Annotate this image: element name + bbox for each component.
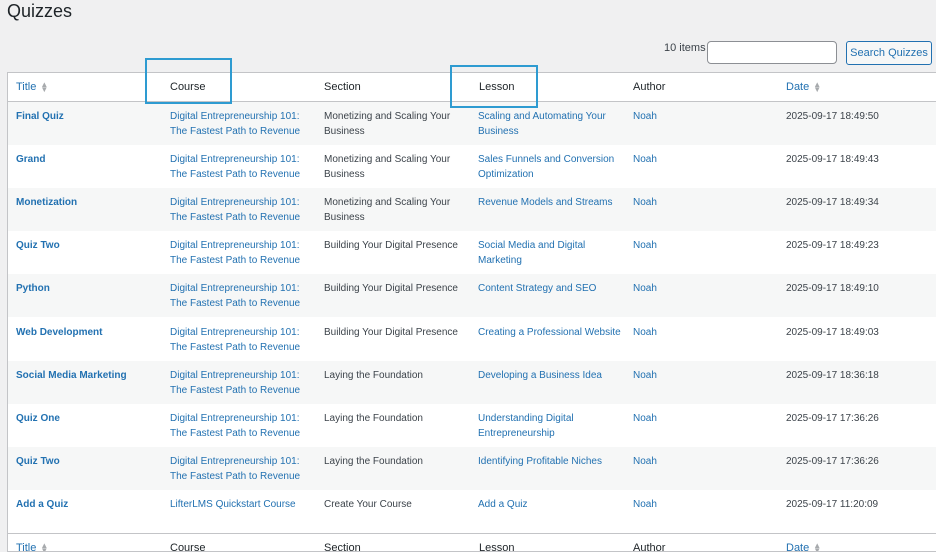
- course-link[interactable]: Digital Entrepreneurship 101: The Fastes…: [170, 325, 315, 355]
- search-quizzes-button[interactable]: Search Quizzes: [846, 41, 932, 65]
- section-text: Building Your Digital Presence: [324, 283, 458, 295]
- column-header-course: Course: [170, 81, 206, 93]
- section-text: Monetizing and Scaling Your Business: [324, 154, 451, 181]
- column-header-section: Section: [324, 81, 361, 93]
- table-row: Python Digital Entrepreneurship 101: The …: [8, 274, 936, 318]
- author-link[interactable]: Noah: [633, 195, 693, 210]
- section-text: Laying the Foundation: [324, 455, 423, 467]
- table-row: Grand Digital Entrepreneurship 101: The F…: [8, 145, 936, 188]
- author-link[interactable]: Noah: [633, 281, 693, 296]
- section-text: Laying the Foundation: [324, 412, 423, 424]
- column-footer-title-label: Title: [16, 542, 37, 552]
- date-text: 2025-09-17 17:36:26: [786, 412, 879, 424]
- section-text: Monetizing and Scaling Your Business: [324, 111, 451, 137]
- table-row: Social Media Marketing Digital Entreprene…: [8, 360, 936, 404]
- section-text: Monetizing and Scaling Your Business: [324, 197, 451, 224]
- section-text: Building Your Digital Presence: [324, 326, 458, 338]
- quiz-title-link[interactable]: Social Media Marketing: [16, 368, 161, 383]
- table-row: Quiz Two Digital Entrepreneurship 101: Th…: [8, 446, 936, 490]
- section-text: Laying the Foundation: [324, 369, 423, 381]
- column-footer-date-label: Date: [786, 542, 810, 552]
- column-footer-lesson: Lesson: [479, 542, 515, 552]
- date-text: 2025-09-17 18:49:10: [786, 283, 879, 295]
- search-input[interactable]: [707, 41, 837, 64]
- column-footer-author: Author: [633, 542, 666, 552]
- lesson-link[interactable]: Revenue Models and Streams: [478, 195, 628, 210]
- course-link[interactable]: Digital Entrepreneurship 101: The Fastes…: [170, 238, 315, 268]
- sort-icon: ▲ ▼: [813, 541, 822, 552]
- column-footer-section: Section: [324, 542, 361, 552]
- lesson-link[interactable]: Identifying Profitable Niches: [478, 454, 628, 469]
- column-header-title-label: Title: [16, 81, 37, 93]
- column-footer-title[interactable]: Title ▲ ▼: [16, 541, 161, 552]
- author-link[interactable]: Noah: [633, 454, 693, 469]
- column-footer-course: Course: [170, 542, 206, 552]
- author-link[interactable]: Noah: [633, 109, 693, 124]
- items-count: 10 items: [664, 42, 706, 54]
- course-link[interactable]: Digital Entrepreneurship 101: The Fastes…: [170, 195, 315, 225]
- quiz-title-link[interactable]: Grand: [16, 152, 161, 167]
- table-row: Add a Quiz LifterLMS Quickstart Course Cre…: [8, 490, 936, 533]
- page-title: Quizzes: [7, 1, 73, 21]
- date-text: 2025-09-17 17:36:26: [786, 455, 879, 467]
- quiz-title-link[interactable]: Quiz Two: [16, 238, 161, 253]
- course-link[interactable]: Digital Entrepreneurship 101: The Fastes…: [170, 109, 315, 139]
- column-footer-date[interactable]: Date ▲ ▼: [786, 541, 926, 552]
- lesson-link[interactable]: Developing a Business Idea: [478, 368, 628, 383]
- table-header: Title ▲ ▼ Course Section Lesson Author Dat…: [8, 73, 936, 102]
- table-row: Final Quiz Digital Entrepreneurship 101: …: [8, 102, 936, 145]
- author-link[interactable]: Noah: [633, 497, 693, 512]
- lesson-link[interactable]: Add a Quiz: [478, 497, 628, 512]
- author-link[interactable]: Noah: [633, 238, 693, 253]
- column-header-lesson: Lesson: [479, 81, 515, 93]
- quiz-title-link[interactable]: Python: [16, 281, 161, 296]
- quiz-title-link[interactable]: Add a Quiz: [16, 497, 161, 512]
- date-text: 2025-09-17 11:20:09: [786, 498, 879, 510]
- date-text: 2025-09-17 18:49:43: [786, 154, 879, 166]
- date-text: 2025-09-17 18:49:34: [786, 197, 879, 209]
- lesson-link[interactable]: Sales Funnels and Conversion Optimizatio…: [478, 152, 628, 182]
- column-header-date-label: Date: [786, 81, 810, 93]
- quiz-title-link[interactable]: Web Development: [16, 325, 161, 340]
- lesson-link[interactable]: Scaling and Automating Your Business: [478, 109, 628, 139]
- author-link[interactable]: Noah: [633, 325, 693, 340]
- date-text: 2025-09-17 18:36:18: [786, 369, 879, 381]
- lesson-link[interactable]: Content Strategy and SEO: [478, 281, 628, 296]
- course-link[interactable]: Digital Entrepreneurship 101: The Fastes…: [170, 368, 315, 398]
- sort-icon: ▲ ▼: [813, 80, 822, 95]
- sort-icon: ▲ ▼: [40, 80, 49, 95]
- lesson-link[interactable]: Understanding Digital Entrepreneurship: [478, 411, 628, 441]
- table-row: Monetization Digital Entrepreneurship 101…: [8, 188, 936, 232]
- sort-icon: ▲ ▼: [40, 541, 49, 552]
- course-link[interactable]: Digital Entrepreneurship 101: The Fastes…: [170, 152, 315, 182]
- course-link[interactable]: Digital Entrepreneurship 101: The Fastes…: [170, 411, 315, 441]
- course-link[interactable]: Digital Entrepreneurship 101: The Fastes…: [170, 454, 315, 484]
- column-header-title[interactable]: Title ▲ ▼: [16, 80, 161, 95]
- column-header-author: Author: [633, 81, 666, 93]
- section-text: Building Your Digital Presence: [324, 240, 458, 252]
- course-link[interactable]: LifterLMS Quickstart Course: [170, 497, 315, 512]
- table-row: Web Development Digital Entrepreneurship …: [8, 318, 936, 361]
- column-header-date[interactable]: Date ▲ ▼: [786, 80, 926, 95]
- author-link[interactable]: Noah: [633, 411, 693, 426]
- lesson-link[interactable]: Social Media and Digital Marketing: [478, 238, 628, 268]
- quizzes-table: Title ▲ ▼ Course Section Lesson Author Dat…: [7, 72, 936, 552]
- quiz-title-link[interactable]: Final Quiz: [16, 109, 161, 124]
- quiz-title-link[interactable]: Quiz One: [16, 411, 161, 426]
- table-row: Quiz Two Digital Entrepreneurship 101: Th…: [8, 231, 936, 274]
- date-text: 2025-09-17 18:49:23: [786, 240, 879, 252]
- quiz-title-link[interactable]: Monetization: [16, 195, 161, 210]
- author-link[interactable]: Noah: [633, 368, 693, 383]
- course-link[interactable]: Digital Entrepreneurship 101: The Fastes…: [170, 281, 315, 311]
- date-text: 2025-09-17 18:49:50: [786, 111, 879, 122]
- section-text: Create Your Course: [324, 498, 412, 510]
- quiz-title-link[interactable]: Quiz Two: [16, 454, 161, 469]
- table-row: Quiz One Digital Entrepreneurship 101: Th…: [8, 404, 936, 447]
- author-link[interactable]: Noah: [633, 152, 693, 167]
- table-footer: Title ▲ ▼ Course Section Lesson Author Dat…: [8, 533, 936, 552]
- date-text: 2025-09-17 18:49:03: [786, 326, 879, 338]
- lesson-link[interactable]: Creating a Professional Website: [478, 325, 628, 340]
